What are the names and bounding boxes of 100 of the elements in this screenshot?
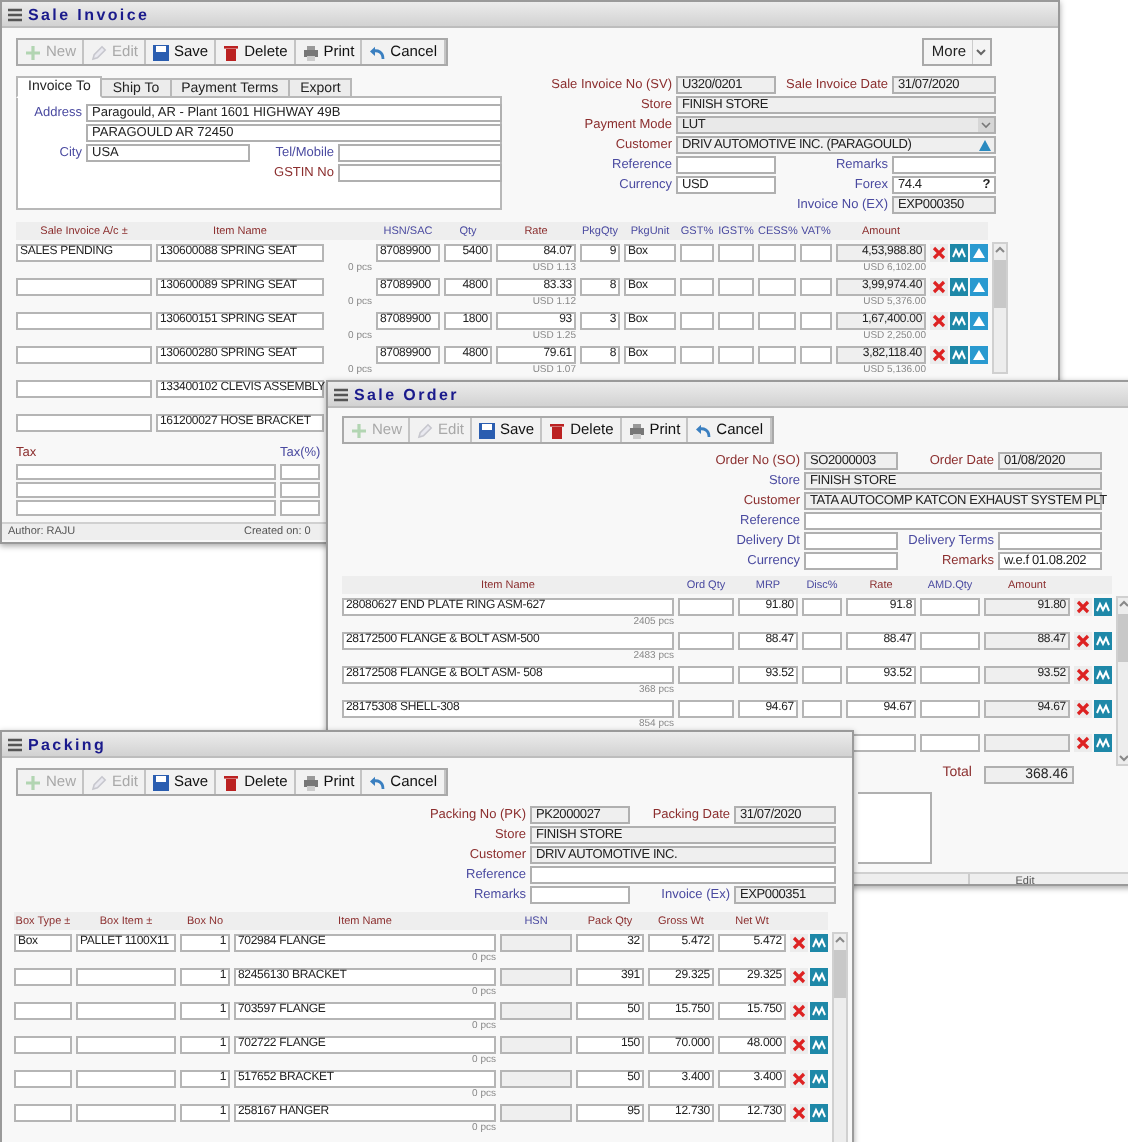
delete-icon[interactable] [790, 934, 808, 952]
table-cell[interactable] [76, 1036, 176, 1054]
scrollbar-thumb[interactable] [994, 260, 1006, 308]
table-cell[interactable] [718, 346, 754, 364]
zigzag-icon[interactable] [810, 1002, 828, 1020]
delete-icon[interactable] [1074, 598, 1092, 616]
zigzag-icon[interactable] [1094, 734, 1112, 752]
table-cell[interactable] [678, 666, 734, 684]
delete-icon[interactable] [790, 968, 808, 986]
input-field[interactable] [676, 156, 776, 174]
delete-icon[interactable] [1074, 700, 1092, 718]
zigzag-icon[interactable] [950, 312, 968, 330]
table-cell[interactable] [280, 464, 320, 480]
triangle-icon[interactable] [970, 312, 988, 330]
zigzag-icon[interactable] [950, 346, 968, 364]
zigzag-icon[interactable] [950, 278, 968, 296]
table-cell[interactable] [800, 278, 832, 296]
delete-icon[interactable] [1074, 666, 1092, 684]
table-cell[interactable] [678, 598, 734, 616]
table-cell[interactable] [920, 632, 980, 650]
zigzag-icon[interactable] [810, 1104, 828, 1122]
up-caret-icon[interactable] [834, 934, 846, 946]
table-cell[interactable] [800, 346, 832, 364]
table-cell[interactable] [76, 1002, 176, 1020]
input-field[interactable] [892, 156, 996, 174]
input-field[interactable] [338, 164, 502, 182]
table-cell[interactable] [16, 312, 152, 330]
table-cell[interactable] [16, 346, 152, 364]
table-cell[interactable] [758, 346, 796, 364]
delete-icon[interactable] [930, 312, 948, 330]
table-cell[interactable] [680, 312, 714, 330]
table-cell[interactable] [14, 1036, 72, 1054]
zigzag-icon[interactable] [810, 934, 828, 952]
scrollbar[interactable] [1116, 596, 1128, 766]
table-cell[interactable] [280, 500, 320, 516]
table-cell[interactable] [16, 380, 152, 398]
scrollbar-thumb[interactable] [834, 950, 846, 998]
zigzag-icon[interactable] [1094, 666, 1112, 684]
table-cell[interactable] [14, 1002, 72, 1020]
table-cell[interactable] [802, 700, 842, 718]
table-cell[interactable] [14, 1070, 72, 1088]
menu-icon[interactable] [8, 737, 22, 751]
scrollbar[interactable] [992, 242, 1008, 374]
zigzag-icon[interactable] [810, 1036, 828, 1054]
input-field[interactable] [530, 886, 630, 904]
table-cell[interactable] [16, 414, 152, 432]
delete-icon[interactable] [790, 1036, 808, 1054]
table-cell[interactable] [14, 968, 72, 986]
zigzag-icon[interactable] [810, 1070, 828, 1088]
table-cell[interactable] [16, 482, 276, 498]
delete-icon[interactable] [930, 346, 948, 364]
table-cell[interactable] [500, 1002, 572, 1020]
menu-icon[interactable] [8, 7, 22, 21]
delete-icon[interactable] [1074, 734, 1092, 752]
delete-icon[interactable] [790, 1002, 808, 1020]
table-cell[interactable] [280, 482, 320, 498]
zigzag-icon[interactable] [950, 244, 968, 262]
delete-icon[interactable] [930, 278, 948, 296]
input-field[interactable] [804, 552, 898, 570]
table-cell[interactable] [802, 632, 842, 650]
delete-icon[interactable] [1074, 632, 1092, 650]
table-cell[interactable] [920, 734, 980, 752]
table-cell[interactable] [14, 1104, 72, 1122]
table-cell[interactable] [16, 464, 276, 480]
scrollbar-thumb[interactable] [1118, 614, 1128, 662]
table-cell[interactable] [678, 700, 734, 718]
down-caret-icon[interactable] [1118, 752, 1128, 764]
table-cell[interactable] [920, 666, 980, 684]
delete-icon[interactable] [930, 244, 948, 262]
table-cell[interactable] [800, 244, 832, 262]
table-cell[interactable] [16, 278, 152, 296]
table-cell[interactable] [500, 1070, 572, 1088]
up-caret-icon[interactable] [1118, 598, 1128, 610]
input-field[interactable] [338, 144, 502, 162]
table-cell[interactable] [802, 598, 842, 616]
table-cell[interactable] [718, 312, 754, 330]
delete-icon[interactable] [790, 1104, 808, 1122]
triangle-icon[interactable] [970, 346, 988, 364]
triangle-icon[interactable] [978, 138, 992, 152]
table-cell[interactable] [758, 312, 796, 330]
table-cell[interactable] [800, 312, 832, 330]
triangle-icon[interactable] [970, 278, 988, 296]
zigzag-icon[interactable] [1094, 632, 1112, 650]
table-cell[interactable] [680, 346, 714, 364]
table-cell[interactable] [76, 1070, 176, 1088]
menu-icon[interactable] [334, 387, 348, 401]
table-cell[interactable] [758, 278, 796, 296]
table-cell[interactable] [680, 278, 714, 296]
zigzag-icon[interactable] [810, 968, 828, 986]
triangle-icon[interactable] [970, 244, 988, 262]
table-cell[interactable] [500, 1036, 572, 1054]
table-cell[interactable] [678, 632, 734, 650]
table-cell[interactable] [16, 500, 276, 516]
table-cell[interactable] [500, 1104, 572, 1122]
table-cell[interactable] [76, 1104, 176, 1122]
table-cell[interactable] [984, 734, 1070, 752]
table-cell[interactable] [500, 968, 572, 986]
table-cell[interactable] [680, 244, 714, 262]
table-cell[interactable] [76, 968, 176, 986]
input-field[interactable] [804, 512, 1102, 530]
